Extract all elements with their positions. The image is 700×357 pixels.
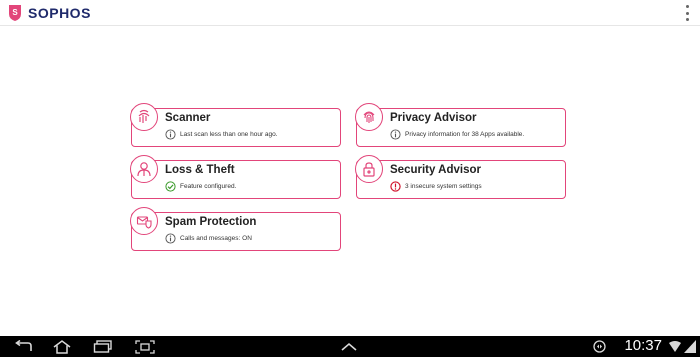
warning-icon bbox=[390, 181, 401, 192]
svg-text:S: S bbox=[12, 8, 18, 17]
signal-icon bbox=[684, 340, 696, 353]
info-icon bbox=[165, 233, 176, 244]
card-title: Security Advisor bbox=[390, 164, 481, 176]
card-status: Last scan less than one hour ago. bbox=[165, 129, 278, 140]
person-icon bbox=[130, 155, 158, 183]
card-title: Scanner bbox=[165, 112, 211, 124]
screenshot-icon bbox=[135, 339, 155, 354]
card-spam-protection[interactable]: Spam Protection Calls and messages: ON bbox=[130, 207, 341, 251]
clock-time: 10:37 bbox=[624, 337, 662, 354]
screenshot-button[interactable] bbox=[133, 339, 157, 354]
card-status-text: Privacy information for 38 Apps availabl… bbox=[405, 131, 525, 138]
scanner-icon bbox=[130, 103, 158, 131]
sync-icon bbox=[592, 340, 606, 353]
lock-icon bbox=[355, 155, 383, 183]
card-scanner[interactable]: Scanner Last scan less than one hour ago… bbox=[130, 103, 341, 147]
system-navigation-bar: 10:37 bbox=[0, 336, 700, 357]
overflow-menu-icon[interactable] bbox=[682, 5, 692, 21]
card-title: Spam Protection bbox=[165, 216, 257, 228]
card-privacy-advisor[interactable]: Privacy Advisor Privacy information for … bbox=[355, 103, 566, 147]
back-icon bbox=[15, 340, 32, 351]
card-status-text: Calls and messages: ON bbox=[180, 235, 252, 242]
card-title: Privacy Advisor bbox=[390, 112, 477, 124]
info-icon bbox=[165, 129, 176, 140]
check-icon bbox=[165, 181, 176, 192]
wifi-icon bbox=[669, 341, 681, 352]
card-status-text: Feature configured. bbox=[180, 183, 237, 190]
app-bar: S SOPHOS bbox=[0, 0, 700, 26]
app-tray-button[interactable] bbox=[337, 339, 361, 354]
chevron-up-icon bbox=[341, 342, 357, 351]
back-button[interactable] bbox=[12, 339, 36, 354]
card-security-advisor[interactable]: Security Advisor 3 insecure system setti… bbox=[355, 155, 566, 199]
sophos-logo: S SOPHOS bbox=[7, 4, 91, 22]
brand-name: SOPHOS bbox=[28, 5, 91, 21]
card-title: Loss & Theft bbox=[165, 164, 235, 176]
card-status: Calls and messages: ON bbox=[165, 233, 252, 244]
fingerprint-icon bbox=[355, 103, 383, 131]
info-icon bbox=[390, 129, 401, 140]
card-status-text: Last scan less than one hour ago. bbox=[180, 131, 278, 138]
recent-apps-icon bbox=[93, 340, 112, 353]
mail-shield-icon bbox=[130, 207, 158, 235]
sync-status-icon bbox=[591, 340, 607, 353]
recent-apps-button[interactable] bbox=[91, 339, 115, 354]
battery-status-icon bbox=[683, 340, 697, 353]
home-icon bbox=[53, 339, 71, 354]
card-loss-theft[interactable]: Loss & Theft Feature configured. bbox=[130, 155, 341, 199]
card-status: 3 insecure system settings bbox=[390, 181, 482, 192]
wifi-status-icon bbox=[669, 341, 681, 353]
card-status: Feature configured. bbox=[165, 181, 236, 192]
home-button[interactable] bbox=[50, 339, 74, 354]
card-status-text: 3 insecure system settings bbox=[405, 183, 482, 190]
sophos-shield-icon: S bbox=[9, 5, 21, 21]
card-status: Privacy information for 38 Apps availabl… bbox=[390, 129, 524, 140]
